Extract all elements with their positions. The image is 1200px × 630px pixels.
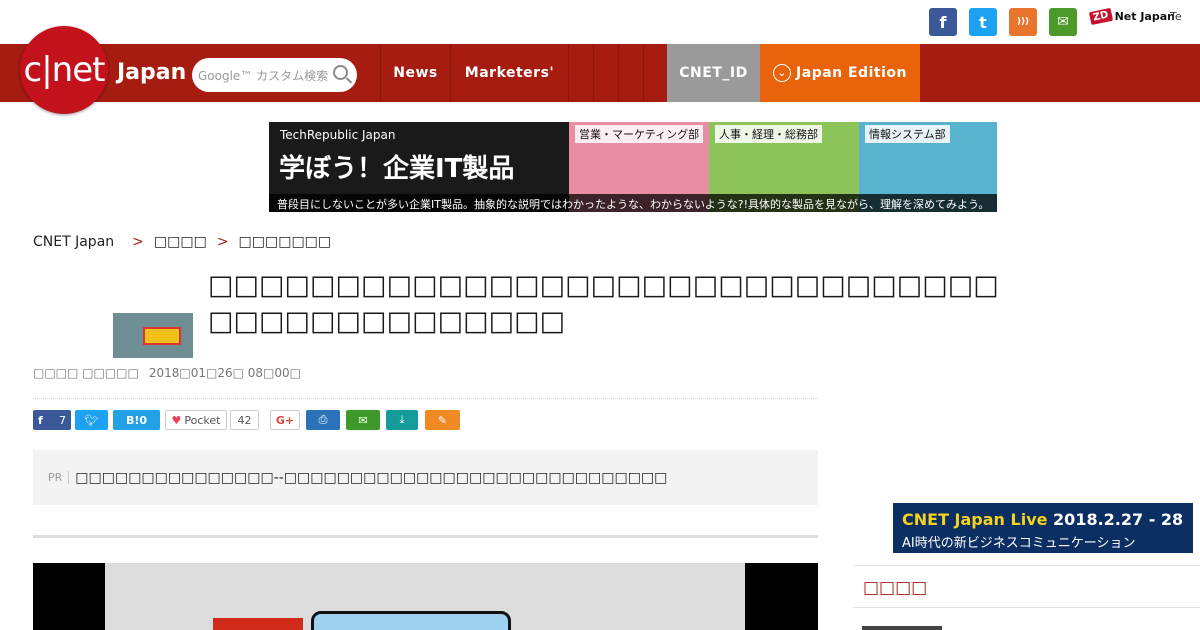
article-meta: □□□□ □□□□□ 2018□01□26□ 08□00□ — [33, 366, 301, 380]
pocket-count: 42 — [230, 410, 259, 430]
thumbnail-object — [143, 327, 181, 345]
live-title: CNET Japan Live — [902, 510, 1048, 529]
sidebar-section-heading: □□□□ — [853, 565, 1200, 608]
mail-glyph: ✉ — [1057, 14, 1069, 30]
email-share-icon[interactable]: ✉ — [346, 410, 380, 430]
zdnet-badge: ZD — [1088, 7, 1113, 26]
breadcrumb-section[interactable]: □□□□ — [154, 234, 207, 250]
twitter-glyph: t — [979, 12, 987, 32]
article-author[interactable]: □□□□ □□□□□ — [33, 366, 139, 380]
nav-item-4[interactable] — [593, 44, 618, 102]
clip-icon[interactable]: ✎ — [425, 410, 460, 430]
share-facebook-button[interactable]: f 7 — [33, 410, 71, 430]
share-gplus-button[interactable]: G+ — [270, 410, 300, 430]
banner-dept-hr: 人事・経理・総務部 — [715, 125, 822, 143]
cnet-live-banner[interactable]: CNET Japan Live 2018.2.27 - 28 AI時代の新ビジネ… — [893, 503, 1193, 553]
nav-japan-edition[interactable]: ⌄ Japan Edition — [760, 44, 920, 102]
nav-marketers[interactable]: Marketers' — [450, 44, 568, 102]
sidebar-thumbnail[interactable] — [862, 626, 942, 630]
share-twitter-button[interactable]: 🐦︎ — [75, 410, 108, 430]
rss-icon[interactable]: ))) — [1009, 8, 1037, 36]
nav-item-6[interactable] — [643, 44, 667, 102]
breadcrumb-home[interactable]: CNET Japan — [33, 234, 114, 250]
nav-cnet-id[interactable]: CNET_ID — [667, 44, 760, 102]
article-thumbnail — [113, 313, 193, 358]
edition-label: Japan Edition — [796, 65, 907, 81]
breadcrumb-separator: > — [216, 234, 229, 250]
facebook-icon: f — [38, 413, 43, 427]
top-social-bar: f t ))) ✉ ZD Net Japan Te — [0, 0, 1200, 44]
twitter-icon[interactable]: t — [969, 8, 997, 36]
photo-red-shape — [213, 618, 303, 630]
article-date: 2018□01□26□ 08□00□ — [148, 366, 301, 380]
twitter-icon: 🐦︎ — [84, 413, 99, 427]
rss-glyph: ))) — [1016, 17, 1030, 27]
meta-divider — [33, 398, 818, 399]
article-photo — [33, 563, 818, 630]
search-input[interactable]: Google™ カスタム検索 — [192, 58, 357, 92]
pr-box[interactable]: PR □□□□□□□□□□□□□□□--□□□□□□□□□□□□□□□□□□□□… — [33, 450, 818, 505]
chevron-down-icon: ⌄ — [773, 64, 792, 82]
print-icon[interactable]: ⎙ — [306, 410, 340, 430]
banner-headline: 学ぼう！企業IT製品 — [279, 154, 515, 184]
cnet-logo[interactable]: c|net — [20, 26, 108, 114]
banner-ad[interactable]: TechRepublic Japan 学ぼう！企業IT製品 営業・マーケティング… — [269, 122, 997, 212]
zdnet-japan-link[interactable]: ZD Net Japan — [1088, 7, 1175, 26]
pocket-label: Pocket — [184, 413, 221, 427]
breadcrumb-separator: > — [132, 234, 144, 250]
facebook-share-count: 7 — [59, 413, 66, 427]
nav-item-3[interactable] — [568, 44, 593, 102]
banner-dept-it: 情報システム部 — [865, 125, 950, 143]
breadcrumb: CNET Japan > □□□□ > □□□□□□□ — [33, 234, 331, 250]
facebook-icon[interactable]: f — [929, 8, 957, 36]
pr-tag: PR — [48, 471, 70, 484]
pr-text[interactable]: □□□□□□□□□□□□□□□--□□□□□□□□□□□□□□□□□□□□□□□… — [75, 470, 667, 486]
live-date: 2018.2.27 - 28 — [1053, 510, 1184, 529]
techrepublic-link[interactable]: Te — [1170, 10, 1182, 23]
content-divider — [33, 535, 818, 538]
share-pocket-button[interactable]: ♥ Pocket — [165, 410, 227, 430]
banner-brand: TechRepublic Japan — [280, 128, 396, 142]
logo-region-label[interactable]: Japan — [117, 60, 186, 85]
breadcrumb-category[interactable]: □□□□□□□ — [239, 234, 332, 250]
search-icon[interactable] — [333, 65, 348, 80]
photo-sign-shape — [311, 611, 511, 630]
pocket-icon: ♥ — [171, 413, 182, 427]
article-headline: □□□□□□□□□□□□□□□□□□□□□□□□□□□□□□□ □□□□□□□□… — [208, 270, 999, 337]
nav-item-5[interactable] — [618, 44, 643, 102]
mail-icon[interactable]: ✉ — [1049, 8, 1077, 36]
banner-dept-sales: 営業・マーケティング部 — [575, 125, 704, 143]
search-placeholder: Google™ カスタム検索 — [198, 68, 329, 83]
live-title-line: CNET Japan Live 2018.2.27 - 28 — [902, 510, 1183, 529]
live-subtitle: AI時代の新ビジネスコミュニケーション — [902, 536, 1136, 551]
download-icon[interactable]: ⤓ — [386, 410, 418, 430]
nav-news[interactable]: News — [380, 44, 450, 102]
share-hatena-button[interactable]: B!0 — [113, 410, 160, 430]
zdnet-label: Net Japan — [1114, 10, 1175, 23]
banner-caption: 普段目にしないことが多い企業IT製品。抽象的な説明ではわかったような、わからない… — [277, 198, 990, 211]
